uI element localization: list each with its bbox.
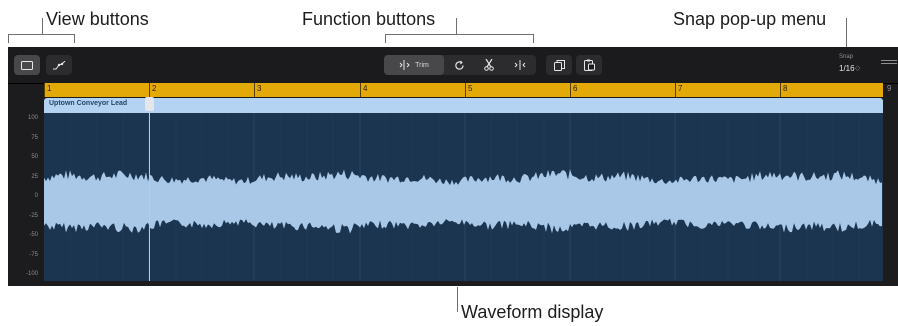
bar-number: 1	[47, 84, 52, 93]
playhead-handle[interactable]	[145, 97, 154, 111]
join-button[interactable]	[506, 55, 534, 75]
bar-line	[360, 83, 361, 97]
callout-line	[456, 18, 457, 34]
amplitude-axis: 100 75 50 25 0 -25 -50 -75 -100	[8, 113, 44, 281]
function-buttons: Trim	[384, 55, 536, 75]
callout-bracket	[74, 34, 75, 43]
waveform-shape	[44, 169, 882, 234]
region-view-button[interactable]	[14, 55, 40, 75]
callout-snap-menu: Snap pop-up menu	[673, 9, 827, 29]
bar-number: 5	[468, 84, 473, 93]
snap-value[interactable]: 1/16	[839, 64, 855, 73]
callout-function-buttons: Function buttons	[302, 9, 436, 29]
toolbar: Trim Snap 1/16 ◇	[8, 47, 898, 84]
amplitude-tick-label: 0	[34, 193, 38, 199]
amplitude-tick-label: 50	[31, 154, 38, 160]
bar-number: 9	[887, 84, 892, 93]
amplitude-tick-label: -100	[25, 271, 38, 277]
bar-number: 7	[678, 84, 683, 93]
callout-view-buttons: View buttons	[46, 9, 149, 29]
bar-number: 2	[152, 84, 157, 93]
bar-line	[675, 83, 676, 97]
bar-line	[44, 83, 45, 97]
amplitude-tick-label: -25	[29, 212, 38, 219]
trim-label: Trim	[415, 61, 429, 69]
callout-bracket	[533, 34, 534, 43]
bar-number: 3	[257, 84, 262, 93]
amplitude-tick-label: 25	[31, 173, 38, 180]
amplitude-tick-label: -75	[29, 251, 38, 258]
callout-bracket	[385, 34, 386, 43]
join-icon	[514, 60, 526, 70]
waveform-display[interactable]	[44, 113, 883, 281]
snap-label: Snap	[839, 54, 854, 60]
bar-number: 6	[573, 84, 578, 93]
scissors-icon	[484, 59, 494, 71]
amplitude-tick-label: 75	[31, 134, 38, 141]
bar-ruler[interactable]: 1 2 3 4 5 6 7 8	[44, 83, 883, 97]
bar-line	[149, 83, 150, 97]
callout-line	[846, 18, 847, 48]
region-name: Uptown Conveyor Lead	[49, 100, 128, 107]
callout-bracket	[8, 34, 9, 43]
automation-view-button[interactable]	[46, 55, 72, 75]
snap-arrow-icon: ◇	[855, 65, 861, 72]
bar-line	[465, 83, 466, 97]
audio-editor: Trim Snap 1/16 ◇ 1 2 3 4 5 6 7 8 9 Uptow…	[8, 47, 898, 286]
callout-bracket	[8, 34, 75, 35]
trim-icon	[399, 60, 411, 70]
loop-button[interactable]	[446, 55, 472, 75]
bar-number: 8	[783, 84, 788, 93]
bar-line	[780, 83, 781, 97]
callout-bracket	[385, 34, 534, 35]
trim-button[interactable]: Trim	[384, 55, 444, 75]
drag-handle[interactable]	[881, 60, 897, 66]
callout-line	[457, 287, 458, 312]
automation-view-icon	[52, 60, 66, 70]
callout-line	[42, 18, 43, 34]
bar-line	[254, 83, 255, 97]
callout-waveform-display: Waveform display	[461, 302, 604, 322]
split-button[interactable]	[476, 55, 502, 75]
loop-icon	[454, 60, 465, 71]
paste-button[interactable]	[576, 55, 602, 75]
amplitude-tick-label: -50	[29, 232, 38, 238]
copy-button[interactable]	[546, 55, 572, 75]
copy-icon	[553, 59, 565, 71]
paste-icon	[583, 59, 595, 71]
region-header[interactable]: Uptown Conveyor Lead	[44, 98, 883, 113]
amplitude-tick-label: 100	[27, 115, 38, 121]
region-view-icon	[21, 60, 33, 70]
bar-line	[570, 83, 571, 97]
bar-number: 4	[363, 84, 368, 93]
playhead[interactable]	[149, 97, 150, 281]
waveform	[44, 113, 882, 281]
view-buttons	[14, 55, 74, 75]
